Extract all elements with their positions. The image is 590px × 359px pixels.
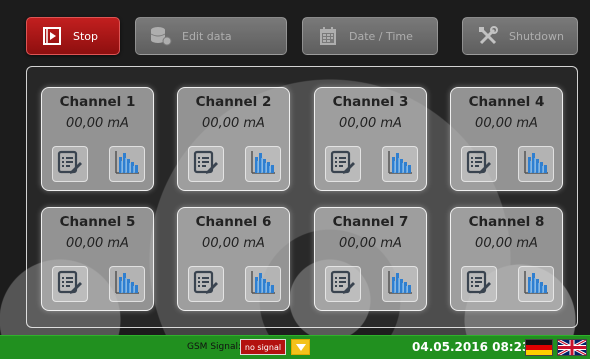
date-time-label: Date / Time	[349, 29, 413, 43]
edit-channel-button[interactable]	[188, 146, 224, 182]
channel-tile-3: Channel 3 00,00 mA	[314, 87, 427, 191]
chart-channel-button[interactable]	[518, 266, 554, 302]
database-edit-icon	[150, 25, 172, 47]
edit-channel-button[interactable]	[461, 266, 497, 302]
chevron-down-icon	[295, 343, 306, 351]
channel-value: 00,00 mA	[66, 236, 129, 251]
shutdown-button[interactable]: Shutdown	[462, 17, 578, 55]
channel-name: Channel 8	[468, 214, 545, 230]
channel-name: Channel 7	[332, 214, 409, 230]
channel-name: Channel 6	[195, 214, 272, 230]
channel-tile-1: Channel 1 00,00 mA	[41, 87, 154, 191]
channel-tile-5: Channel 5 00,00 mA	[41, 207, 154, 311]
channel-name: Channel 4	[468, 94, 545, 110]
channel-value: 00,00 mA	[202, 116, 265, 131]
edit-channel-button[interactable]	[52, 146, 88, 182]
channel-value: 00,00 mA	[475, 236, 538, 251]
edit-channel-button[interactable]	[188, 266, 224, 302]
list-edit-icon	[466, 149, 492, 179]
bar-chart-icon	[387, 149, 413, 179]
edit-channel-button[interactable]	[461, 146, 497, 182]
channel-value: 00,00 mA	[475, 116, 538, 131]
list-edit-icon	[330, 269, 356, 299]
bar-chart-icon	[114, 149, 140, 179]
list-edit-icon	[193, 269, 219, 299]
date-time-button[interactable]: Date / Time	[302, 17, 438, 55]
calendar-icon	[317, 25, 339, 47]
edit-data-label: Edit data	[182, 29, 232, 43]
list-edit-icon	[57, 269, 83, 299]
bar-chart-icon	[114, 269, 140, 299]
channel-name: Channel 1	[59, 94, 136, 110]
uk-flag-icon[interactable]	[557, 339, 587, 356]
stop-button[interactable]: Stop	[26, 17, 120, 55]
gsm-dropdown-button[interactable]	[291, 339, 310, 355]
bar-chart-icon	[523, 149, 549, 179]
bar-chart-icon	[250, 269, 276, 299]
list-edit-icon	[466, 269, 492, 299]
gsm-signal-label: GSM Signal:	[187, 342, 241, 352]
channel-value: 00,00 mA	[202, 236, 265, 251]
bar-chart-icon	[523, 269, 549, 299]
list-edit-icon	[330, 149, 356, 179]
channel-tile-7: Channel 7 00,00 mA	[314, 207, 427, 311]
play-icon	[41, 25, 63, 47]
chart-channel-button[interactable]	[245, 266, 281, 302]
channels-panel: Channel 1 00,00 mA Channel 2 00,00 mA Ch…	[26, 66, 578, 328]
bar-chart-icon	[387, 269, 413, 299]
chart-channel-button[interactable]	[382, 146, 418, 182]
tools-icon	[477, 25, 499, 47]
list-edit-icon	[193, 149, 219, 179]
channel-name: Channel 3	[332, 94, 409, 110]
chart-channel-button[interactable]	[109, 146, 145, 182]
chart-channel-button[interactable]	[109, 266, 145, 302]
germany-flag-icon[interactable]	[525, 339, 553, 356]
chart-channel-button[interactable]	[382, 266, 418, 302]
edit-channel-button[interactable]	[325, 266, 361, 302]
channel-value: 00,00 mA	[339, 116, 402, 131]
channel-tile-2: Channel 2 00,00 mA	[177, 87, 290, 191]
chart-channel-button[interactable]	[245, 146, 281, 182]
channel-value: 00,00 mA	[66, 116, 129, 131]
edit-data-button[interactable]: Edit data	[135, 17, 287, 55]
channel-value: 00,00 mA	[339, 236, 402, 251]
channel-tile-4: Channel 4 00,00 mA	[450, 87, 563, 191]
edit-channel-button[interactable]	[325, 146, 361, 182]
shutdown-label: Shutdown	[509, 29, 564, 43]
gsm-signal-value: no signal	[240, 339, 286, 355]
channel-tile-8: Channel 8 00,00 mA	[450, 207, 563, 311]
channel-tile-6: Channel 6 00,00 mA	[177, 207, 290, 311]
list-edit-icon	[57, 149, 83, 179]
bar-chart-icon	[250, 149, 276, 179]
stop-label: Stop	[73, 29, 99, 43]
edit-channel-button[interactable]	[52, 266, 88, 302]
channel-name: Channel 2	[195, 94, 272, 110]
channel-name: Channel 5	[59, 214, 136, 230]
chart-channel-button[interactable]	[518, 146, 554, 182]
status-bar: GSM Signal: no signal 04.05.2016 08:23:0…	[0, 335, 590, 359]
